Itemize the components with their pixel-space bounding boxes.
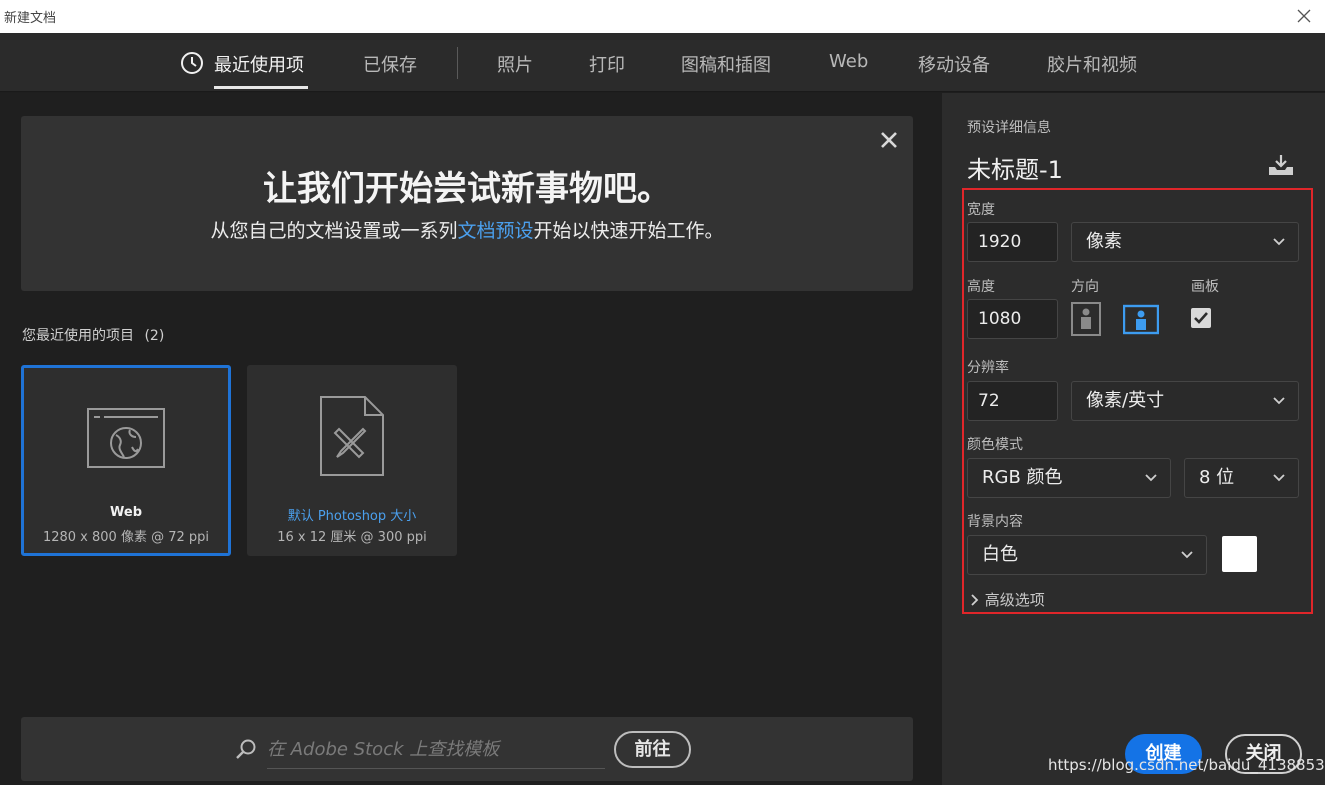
recent-item-size: 16 x 12 厘米 @ 300 ppi [277, 530, 427, 545]
banner-sub-suffix: 开始以快速开始工作。 [533, 220, 724, 242]
artboard-checkbox[interactable] [1191, 308, 1211, 328]
go-button[interactable]: 前往 [614, 731, 691, 768]
resolution-label: 分辨率 [967, 360, 1009, 376]
tab-saved[interactable]: 已保存 [363, 51, 417, 77]
recent-items-count: (2) [144, 328, 165, 344]
banner-headline: 让我们开始尝试新事物吧。 [263, 169, 671, 209]
bit-depth-select[interactable]: 8 位 [1184, 458, 1299, 498]
tab-web[interactable]: Web [829, 51, 868, 72]
resolution-unit-select[interactable]: 像素/英寸 [1071, 381, 1299, 421]
chevron-down-icon [1273, 397, 1285, 405]
recent-item-default-photoshop[interactable]: 默认 Photoshop 大小 16 x 12 厘米 @ 300 ppi [247, 365, 457, 556]
color-mode-value: RGB 颜色 [982, 467, 1063, 488]
tab-recent[interactable]: 最近使用项 [214, 51, 304, 77]
search-icon [236, 739, 256, 759]
advanced-options-toggle[interactable]: 高级选项 [970, 589, 1045, 610]
stock-search-bar: 前往 [21, 717, 913, 781]
tab-divider [457, 47, 458, 79]
background-label: 背景内容 [967, 514, 1023, 530]
tab-art-illustration[interactable]: 图稿和插图 [681, 51, 771, 77]
document-presets-link[interactable]: 文档预设 [457, 220, 533, 242]
recent-item-web[interactable]: Web 1280 x 800 像素 @ 72 ppi [21, 365, 231, 556]
width-label: 宽度 [967, 202, 995, 218]
width-unit-value: 像素 [1086, 231, 1122, 252]
watermark-text: https://blog.csdn.net/baidu_41388533 [1048, 756, 1325, 774]
chevron-down-icon [1145, 474, 1157, 482]
welcome-banner: 让我们开始尝试新事物吧。 从您自己的文档设置或一系列文档预设开始以快速开始工作。 [21, 116, 913, 291]
height-input[interactable]: 1080 [967, 299, 1058, 339]
recent-item-name: 默认 Photoshop 大小 [287, 509, 417, 524]
color-mode-label: 颜色模式 [967, 437, 1023, 453]
tab-film-video[interactable]: 胶片和视频 [1047, 51, 1137, 77]
window-close-icon[interactable] [1293, 5, 1315, 27]
advanced-options-label: 高级选项 [984, 591, 1045, 609]
bit-depth-value: 8 位 [1199, 467, 1235, 488]
recent-items-heading: 您最近使用的项目 (2) [22, 325, 164, 345]
landscape-orientation-icon[interactable] [1123, 302, 1159, 336]
background-select[interactable]: 白色 [967, 535, 1207, 575]
artboard-label: 画板 [1191, 279, 1219, 295]
tab-photo[interactable]: 照片 [497, 51, 533, 77]
chevron-down-icon [1273, 474, 1285, 482]
recent-item-name: Web [110, 505, 142, 520]
chevron-down-icon [1181, 551, 1193, 559]
recent-items-label: 您最近使用的项目 [22, 328, 134, 344]
height-label: 高度 [967, 279, 995, 295]
orientation-label: 方向 [1071, 279, 1099, 295]
resolution-unit-value: 像素/英寸 [1086, 390, 1165, 411]
window-titlebar: 新建文档 [0, 0, 1325, 33]
stock-search-input[interactable] [267, 731, 605, 769]
close-icon[interactable] [877, 128, 901, 152]
save-preset-icon[interactable] [1267, 153, 1295, 177]
browser-globe-icon [87, 408, 165, 468]
width-input[interactable]: 1920 [967, 222, 1058, 262]
chevron-right-icon [971, 594, 979, 606]
banner-sub-prefix: 从您自己的文档设置或一系列 [210, 220, 458, 242]
banner-subtitle: 从您自己的文档设置或一系列文档预设开始以快速开始工作。 [21, 216, 913, 243]
clock-icon [181, 52, 203, 74]
document-pencil-ruler-icon [320, 396, 384, 476]
active-tab-indicator [214, 86, 308, 89]
resolution-input[interactable]: 72 [967, 381, 1058, 421]
check-icon [1194, 312, 1208, 324]
tab-print[interactable]: 打印 [589, 51, 625, 77]
portrait-orientation-icon[interactable] [1071, 302, 1101, 336]
background-color-swatch[interactable] [1222, 536, 1257, 572]
width-unit-select[interactable]: 像素 [1071, 222, 1299, 262]
background-value: 白色 [982, 544, 1018, 565]
color-mode-select[interactable]: RGB 颜色 [967, 458, 1171, 498]
preset-details-label: 预设详细信息 [967, 120, 1051, 136]
chevron-down-icon [1273, 238, 1285, 246]
window-title: 新建文档 [4, 11, 57, 26]
recent-item-size: 1280 x 800 像素 @ 72 ppi [42, 530, 210, 545]
tab-mobile[interactable]: 移动设备 [918, 51, 990, 77]
document-title[interactable]: 未标题-1 [967, 150, 1063, 185]
